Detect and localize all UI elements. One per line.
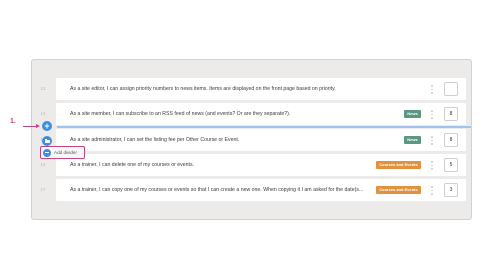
add-folder-button[interactable] [42, 136, 52, 146]
drag-handle-icon[interactable] [429, 185, 435, 195]
priority-field[interactable]: 8 [444, 107, 458, 121]
add-item-button[interactable]: + [42, 121, 52, 131]
annotation-arrow [23, 126, 37, 127]
backlog-row[interactable]: 17 As a trainer, I can copy one of my co… [40, 179, 466, 201]
priority-field[interactable]: 8 [444, 133, 458, 147]
priority-field[interactable]: 5 [444, 158, 458, 172]
priority-field[interactable]: 3 [444, 183, 458, 197]
drag-handle-icon[interactable] [429, 160, 435, 170]
drag-handle-icon[interactable] [429, 109, 435, 119]
news-tag[interactable]: News [404, 110, 421, 118]
row-number: 13 [40, 86, 46, 91]
courses-and-events-tag[interactable]: Courses and Events [376, 186, 421, 194]
row-number: 17 [40, 187, 46, 192]
step-annotation-label: 1. [10, 118, 16, 125]
story-text[interactable]: As a site member, I can subscribe to an … [70, 103, 370, 125]
folder-icon [44, 138, 50, 143]
backlog-row[interactable]: 16 As a trainer, I can delete one of my … [40, 154, 466, 176]
story-text[interactable]: As a site administrator, I can set the l… [70, 129, 370, 151]
add-divider-label: Add divider [54, 150, 77, 155]
add-divider-button[interactable]: Add divider [40, 146, 85, 159]
backlog-row[interactable]: 13 As a site editor, I can assign priori… [40, 78, 466, 100]
backlog-row[interactable]: 15 As a site administrator, I can set th… [40, 129, 466, 151]
drag-handle-icon[interactable] [429, 84, 435, 94]
priority-field[interactable] [444, 82, 458, 96]
backlog-screen: 13 As a site editor, I can assign priori… [0, 0, 500, 280]
story-text[interactable]: As a trainer, I can copy one of my cours… [70, 179, 370, 201]
news-tag[interactable]: News [404, 136, 421, 144]
arrow-head-icon [36, 124, 40, 128]
minus-icon [43, 148, 51, 157]
backlog-row[interactable]: 14 As a site member, I can subscribe to … [40, 103, 466, 125]
courses-and-events-tag[interactable]: Courses and Events [376, 161, 421, 169]
story-text[interactable]: As a site editor, I can assign priority … [70, 78, 400, 100]
insert-position-line [57, 126, 471, 128]
drag-handle-icon[interactable] [429, 135, 435, 145]
story-text[interactable]: As a trainer, I can delete one of my cou… [70, 154, 370, 176]
